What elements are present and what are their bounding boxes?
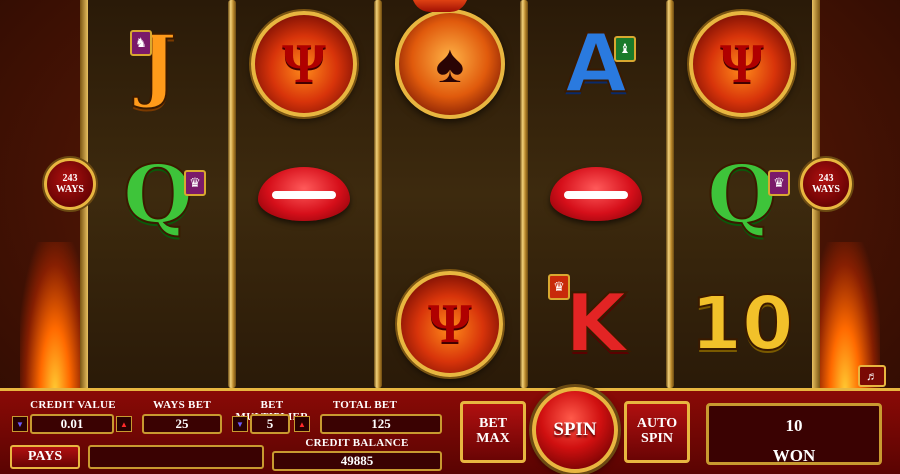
credit-value-field: 0.01	[30, 414, 114, 434]
control-panel: CREDIT VALUE ▼ 0.01 ▲ WAYS BET 25 BET MU…	[0, 387, 900, 474]
reel-3-row-2	[384, 130, 516, 258]
ways-count: 243	[818, 173, 834, 184]
arrow-down-icon[interactable]: ▼	[12, 416, 28, 432]
reel-2-row-3	[238, 260, 370, 388]
reel-divider	[666, 0, 674, 388]
arrow-down-icon[interactable]: ▼	[232, 416, 248, 432]
auto-spin-label-line1: AUTO	[636, 416, 678, 432]
reel-divider	[228, 0, 236, 388]
reel-4-row-3: K ♛	[530, 260, 662, 388]
reel-2-row-1: Ψ	[238, 0, 370, 128]
crown-badge-icon: ♛	[768, 170, 790, 196]
shield-badge-icon: ♝	[614, 36, 636, 62]
arrow-up-icon[interactable]: ▲	[116, 416, 132, 432]
reel-3: ♠ Ψ	[384, 0, 516, 388]
reel-2: Ψ	[238, 0, 370, 388]
bet-max-label-line1: BET	[478, 416, 507, 432]
reel-1-row-1: J ♞	[92, 0, 224, 128]
credit-value-label: CREDIT VALUE	[30, 399, 116, 411]
trident-coin-icon: Ψ	[689, 11, 795, 117]
message-bar	[88, 445, 264, 469]
symbol-q: Q	[706, 147, 778, 241]
ways-bet-label: WAYS BET	[153, 399, 211, 411]
game-stage: J ♞ Q ♛ Ψ ♠ Ψ A ♝ K ♛ Ψ Q ♛ 10 243 WAYS …	[0, 0, 900, 392]
total-bet-field: 125	[320, 414, 442, 434]
reel-4-row-1: A ♝	[530, 0, 662, 128]
reel-4-row-2	[530, 130, 662, 258]
arrow-up-icon[interactable]: ▲	[294, 416, 310, 432]
reel-1-row-3	[92, 260, 224, 388]
credit-balance-field: 49885	[272, 451, 442, 471]
reel-2-row-2	[238, 130, 370, 258]
reel-3-row-3: Ψ	[384, 260, 516, 388]
reel-5-row-3: 10	[676, 260, 808, 388]
bet-max-button[interactable]: BET MAX	[460, 401, 526, 463]
crown-badge-icon: ♛	[184, 170, 206, 196]
bet-multiplier-field: 5	[250, 414, 290, 434]
ways-label: WAYS	[812, 184, 840, 195]
won-amount: 10	[785, 416, 803, 435]
speaker-icon[interactable]: ♬	[858, 365, 886, 387]
ways-bet-field: 25	[142, 414, 222, 434]
bet-max-label-line2: MAX	[476, 431, 510, 446]
reel-4: A ♝ K ♛	[530, 0, 662, 388]
vampire-lips-icon	[258, 167, 350, 221]
devil-girl-icon: ♠	[395, 9, 505, 119]
reel-1-row-2: Q ♛	[92, 130, 224, 258]
trident-coin-icon: Ψ	[397, 271, 503, 377]
crown-badge-icon: ♛	[548, 274, 570, 300]
trident-coin-icon: Ψ	[251, 11, 357, 117]
ways-badge-right: 243 WAYS	[800, 158, 852, 210]
vampire-lips-icon	[550, 167, 642, 221]
reel-divider	[520, 0, 528, 388]
symbol-q: Q	[122, 147, 194, 241]
won-label: WON	[772, 446, 816, 465]
reel-5: Ψ Q ♛ 10	[676, 0, 808, 388]
ways-count: 243	[62, 173, 78, 184]
symbol-k: K	[564, 277, 628, 370]
ways-label: WAYS	[56, 184, 84, 195]
reel-5-row-1: Ψ	[676, 0, 808, 128]
win-display: 10 WON	[706, 403, 882, 465]
reel-5-row-2: Q ♛	[676, 130, 808, 258]
ways-badge-left: 243 WAYS	[44, 158, 96, 210]
reel-1: J ♞ Q ♛	[92, 0, 224, 388]
reel-area: J ♞ Q ♛ Ψ ♠ Ψ A ♝ K ♛ Ψ Q ♛ 10	[88, 0, 812, 388]
spin-button[interactable]: SPIN	[532, 387, 618, 473]
symbol-10: 10	[690, 281, 795, 367]
auto-spin-label-line2: SPIN	[641, 431, 673, 446]
reel-divider	[374, 0, 382, 388]
credit-balance-label: CREDIT BALANCE	[305, 437, 409, 449]
reel-3-row-1: ♠	[384, 0, 516, 128]
pays-button[interactable]: PAYS	[10, 445, 80, 469]
crest-badge-icon: ♞	[130, 30, 152, 56]
total-bet-label: TOTAL BET	[332, 399, 398, 411]
auto-spin-button[interactable]: AUTO SPIN	[624, 401, 690, 463]
